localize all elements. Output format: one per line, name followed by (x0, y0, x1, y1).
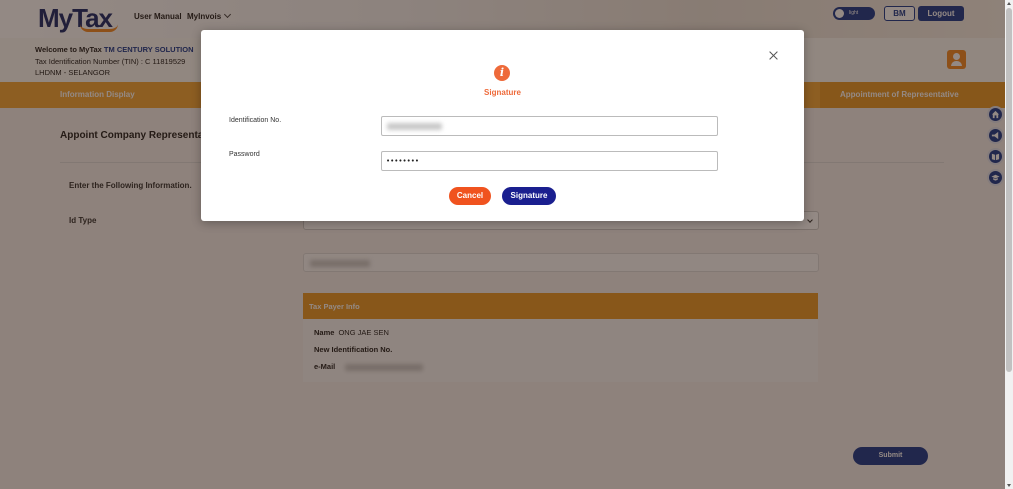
scroll-up-icon[interactable] (1007, 2, 1011, 5)
redacted-id (387, 123, 442, 130)
identification-input[interactable] (381, 116, 718, 136)
info-icon: i (494, 65, 510, 81)
cancel-button[interactable]: Cancel (449, 187, 491, 205)
password-input[interactable]: •••••••• (381, 151, 718, 171)
signature-modal: i Signature Identification No. Password … (201, 30, 804, 221)
identification-label: Identification No. (229, 117, 282, 124)
close-icon[interactable] (769, 51, 779, 61)
scrollbar[interactable] (1005, 0, 1013, 489)
scroll-thumb[interactable] (1006, 8, 1012, 372)
scroll-down-icon[interactable] (1007, 484, 1011, 487)
password-label: Password (229, 151, 260, 158)
modal-title: Signature (484, 88, 521, 97)
signature-button[interactable]: Signature (502, 187, 556, 205)
